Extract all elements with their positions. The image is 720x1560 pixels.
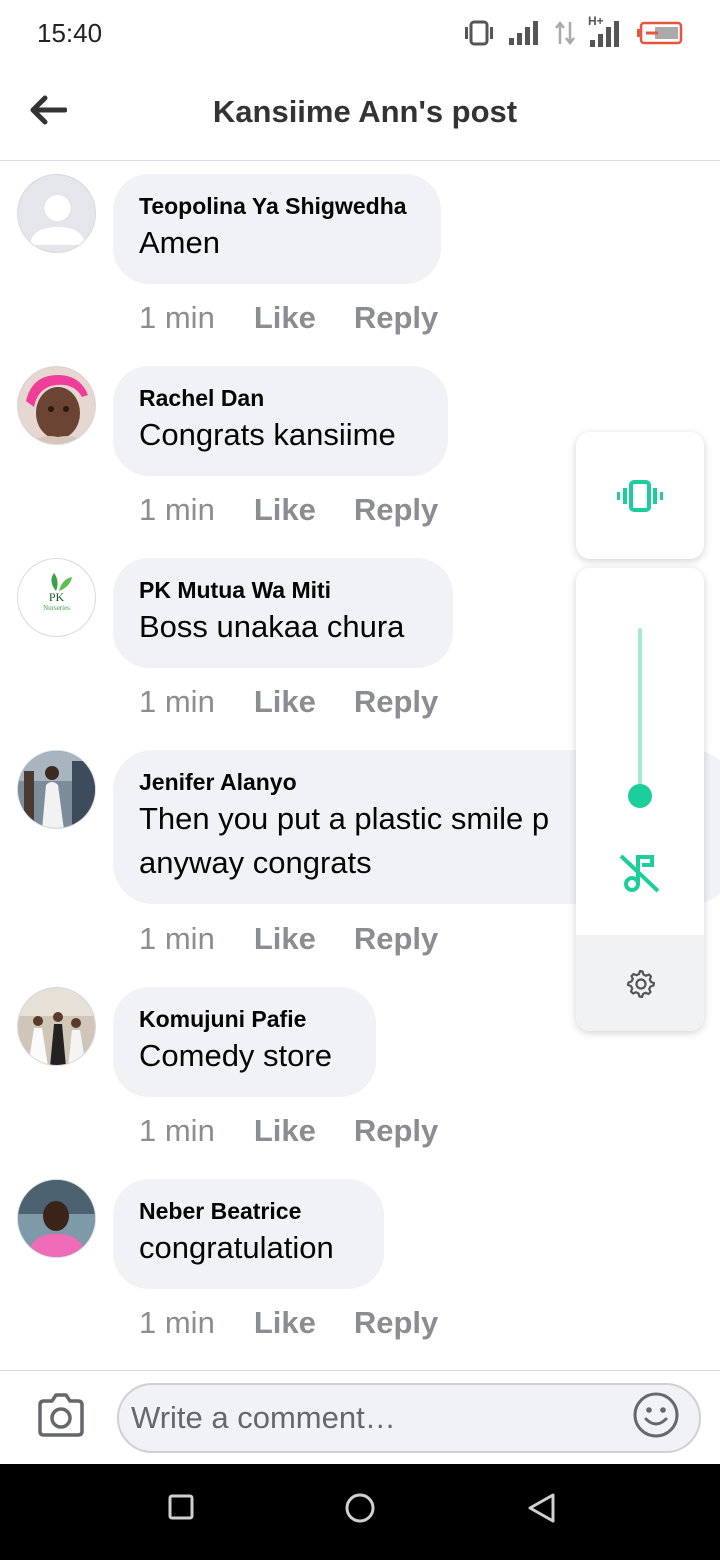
status-time: 15:40 — [37, 18, 103, 48]
comment-actions: 1 min Like Reply — [139, 300, 438, 336]
mute-media-button[interactable] — [618, 851, 662, 900]
comment-text: Boss unakaa chura — [139, 609, 405, 644]
comment-time: 1 min — [139, 1113, 215, 1148]
camera-icon — [38, 1393, 84, 1437]
user-photo-icon — [18, 367, 95, 444]
comment-time: 1 min — [139, 492, 215, 527]
commenter-name[interactable]: Neber Beatrice — [139, 1196, 358, 1226]
comment-actions: 1 min Like Reply — [139, 1305, 438, 1341]
comment-text: Congrats kansiime — [139, 417, 396, 452]
circle-home-icon — [345, 1493, 375, 1523]
status-bar: 15:40 H+ — [0, 0, 720, 66]
avatar[interactable] — [17, 174, 96, 253]
triangle-back-icon — [528, 1493, 555, 1523]
data-arrows-icon — [555, 20, 575, 46]
avatar[interactable] — [17, 750, 96, 829]
comment-actions: 1 min Like Reply — [139, 684, 438, 720]
avatar-logo-text: PK — [48, 590, 65, 604]
volume-slider-thumb[interactable] — [628, 784, 652, 808]
recents-button[interactable] — [168, 1494, 194, 1525]
default-avatar-icon — [30, 195, 85, 245]
gear-icon — [626, 969, 655, 998]
comment-actions: 1 min Like Reply — [139, 1113, 438, 1149]
comment-actions: 1 min Like Reply — [139, 921, 438, 957]
comment-text: Amen — [139, 225, 220, 260]
comment-bubble[interactable]: Rachel Dan Congrats kansiime — [113, 366, 448, 476]
comment-time: 1 min — [139, 1305, 215, 1340]
avatar[interactable] — [17, 1179, 96, 1258]
reply-button[interactable]: Reply — [354, 300, 438, 336]
battery-icon — [637, 21, 683, 45]
like-button[interactable]: Like — [254, 492, 316, 528]
commenter-name[interactable]: Rachel Dan — [139, 383, 422, 413]
vibrate-status-icon — [465, 20, 493, 46]
comment-actions: 1 min Like Reply — [139, 492, 438, 528]
status-icons: H+ — [462, 14, 684, 50]
user-photo-icon — [18, 1180, 95, 1257]
comment-bubble[interactable]: Komujuni Pafie Comedy store — [113, 987, 376, 1097]
like-button[interactable]: Like — [254, 684, 316, 720]
nav-back-button[interactable] — [526, 1492, 556, 1529]
commenter-name[interactable]: Komujuni Pafie — [139, 1004, 350, 1034]
volume-settings-button[interactable] — [576, 935, 704, 1031]
signal-h-plus-icon: H+ — [588, 14, 624, 48]
comment-time: 1 min — [139, 300, 215, 335]
app-header: Kansiime Ann's post — [0, 66, 720, 161]
emoji-button[interactable] — [632, 1391, 680, 1444]
music-note-off-icon — [619, 854, 660, 893]
ringer-mode-button[interactable] — [576, 432, 704, 559]
like-button[interactable]: Like — [254, 300, 316, 336]
avatar-logo-subtext: Nurseries — [43, 604, 70, 612]
comment-bubble[interactable]: PK Mutua Wa Miti Boss unakaa chura — [113, 558, 453, 668]
camera-button[interactable] — [36, 1393, 86, 1442]
signal-icon — [509, 21, 538, 45]
comment-text: congratulation — [139, 1230, 334, 1265]
user-photo-icon — [18, 751, 95, 828]
volume-panel — [576, 568, 704, 1031]
comment-bubble[interactable]: Teopolina Ya Shigwedha Amen — [113, 174, 441, 284]
volume-slider-track[interactable] — [638, 628, 642, 796]
comment-bubble[interactable]: Neber Beatrice congratulation — [113, 1179, 384, 1289]
reply-button[interactable]: Reply — [354, 684, 438, 720]
reply-button[interactable]: Reply — [354, 921, 438, 957]
avatar[interactable] — [17, 987, 96, 1066]
square-recents-icon — [168, 1494, 194, 1520]
emoji-icon — [633, 1392, 679, 1438]
avatar[interactable]: PK Nurseries — [17, 558, 96, 637]
user-photo-icon — [18, 988, 95, 1065]
avatar[interactable] — [17, 366, 96, 445]
reply-button[interactable]: Reply — [354, 1305, 438, 1341]
comment-text: Comedy store — [139, 1038, 332, 1073]
comment-input[interactable] — [117, 1383, 701, 1453]
like-button[interactable]: Like — [254, 921, 316, 957]
comment-time: 1 min — [139, 921, 215, 956]
like-button[interactable]: Like — [254, 1305, 316, 1341]
comment-composer — [0, 1370, 720, 1464]
reply-button[interactable]: Reply — [354, 492, 438, 528]
home-button[interactable] — [344, 1492, 376, 1529]
page-title-text: Kansiime Ann's post — [212, 94, 518, 129]
reply-button[interactable]: Reply — [354, 1113, 438, 1149]
like-button[interactable]: Like — [254, 1113, 316, 1149]
system-nav-bar — [0, 1464, 720, 1560]
vibrate-icon — [617, 479, 663, 512]
comment-time: 1 min — [139, 684, 215, 719]
commenter-name[interactable]: Teopolina Ya Shigwedha — [139, 191, 415, 221]
page-title: Kansiime Ann's post — [0, 94, 720, 130]
commenter-name[interactable]: PK Mutua Wa Miti — [139, 575, 427, 605]
